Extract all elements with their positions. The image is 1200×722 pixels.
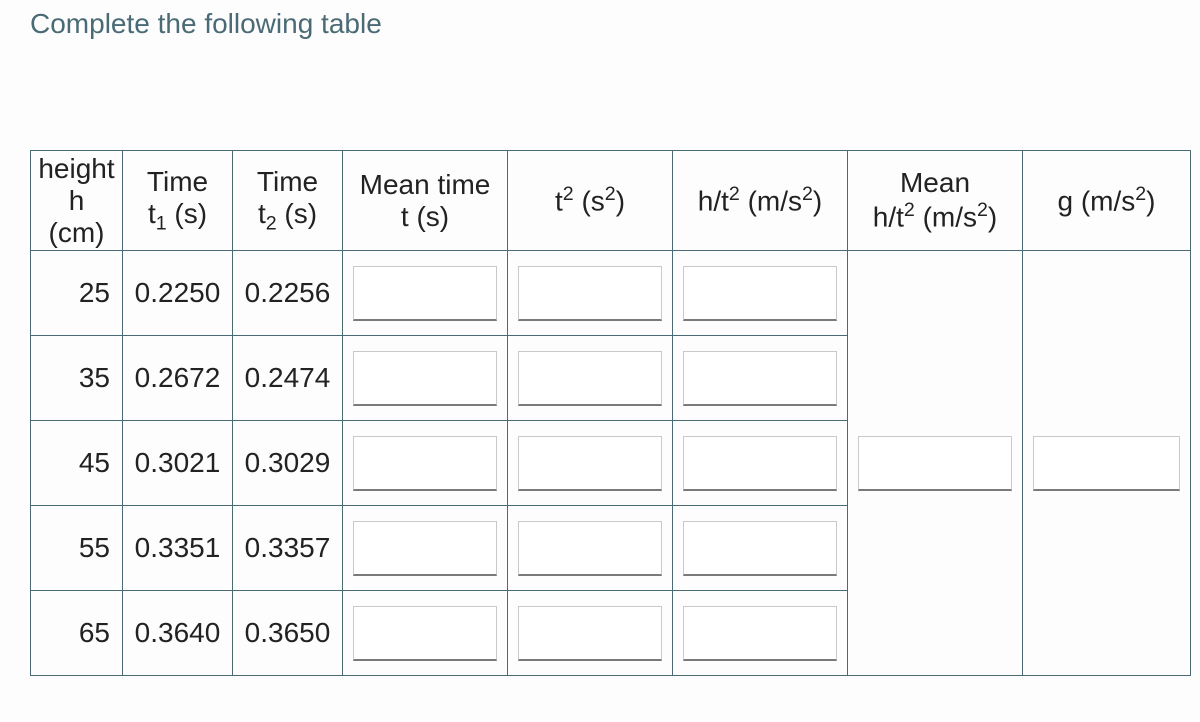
input-t-squared[interactable]	[518, 606, 662, 661]
cell-t1: 0.3021	[123, 421, 233, 506]
cell-t-squared	[508, 591, 673, 676]
header-t2-post: (s)	[277, 198, 317, 229]
cell-t-squared	[508, 251, 673, 336]
input-mean-time[interactable]	[353, 436, 497, 491]
header-t1: Time t1 (s)	[123, 151, 233, 251]
cell-h-over-t2	[673, 506, 848, 591]
input-t-squared[interactable]	[518, 436, 662, 491]
header-meanht2-pre: h/t	[873, 202, 904, 233]
header-height-l2: h	[69, 185, 85, 216]
cell-t2: 0.3650	[233, 591, 343, 676]
header-ht2-pre: h/t	[698, 186, 729, 217]
header-t-squared: t2 (s2)	[508, 151, 673, 251]
input-g[interactable]	[1033, 436, 1180, 491]
cell-t-squared	[508, 336, 673, 421]
input-mean-time[interactable]	[353, 521, 497, 576]
header-row: height h (cm) Time t1 (s) Time t2 (s) Me…	[31, 151, 1191, 251]
header-mean-time: Mean time t (s)	[343, 151, 508, 251]
cell-mean-time	[343, 591, 508, 676]
header-g: g (m/s2)	[1023, 151, 1191, 251]
input-t-squared[interactable]	[518, 351, 662, 406]
header-tsq-sup2: 2	[605, 183, 616, 205]
header-mean-h-over-t2: Mean h/t2 (m/s2)	[848, 151, 1023, 251]
cell-t2: 0.3029	[233, 421, 343, 506]
cell-t-squared	[508, 506, 673, 591]
header-g-sup: 2	[1135, 183, 1146, 205]
cell-mean-h-over-t2	[848, 251, 1023, 676]
input-h-over-t2[interactable]	[683, 521, 836, 576]
cell-h: 65	[31, 591, 123, 676]
cell-t1: 0.3351	[123, 506, 233, 591]
header-height: height h (cm)	[31, 151, 123, 251]
cell-h: 35	[31, 336, 123, 421]
header-t2-l1: Time	[257, 166, 318, 197]
header-ht2-sup: 2	[729, 183, 740, 205]
header-t2: Time t2 (s)	[233, 151, 343, 251]
input-t-squared[interactable]	[518, 266, 662, 321]
cell-h: 25	[31, 251, 123, 336]
data-table: height h (cm) Time t1 (s) Time t2 (s) Me…	[30, 150, 1191, 676]
input-h-over-t2[interactable]	[683, 606, 836, 661]
input-h-over-t2[interactable]	[683, 266, 836, 321]
header-t1-post: (s)	[167, 198, 207, 229]
header-g-pre: g (m/s	[1057, 186, 1135, 217]
header-meanht2-close: )	[988, 202, 997, 233]
cell-h-over-t2	[673, 336, 848, 421]
header-meanht2-post: (m/s	[915, 202, 977, 233]
input-mean-time[interactable]	[353, 351, 497, 406]
cell-t2: 0.3357	[233, 506, 343, 591]
header-meanht2-l1: Mean	[900, 167, 970, 198]
page-container: Complete the following table height h (c…	[0, 0, 1200, 676]
cell-t2: 0.2474	[233, 336, 343, 421]
input-h-over-t2[interactable]	[683, 436, 836, 491]
header-ht2-close: )	[813, 186, 822, 217]
header-t1-l1: Time	[147, 166, 208, 197]
input-mean-time[interactable]	[353, 606, 497, 661]
cell-t1: 0.2250	[123, 251, 233, 336]
cell-h-over-t2	[673, 421, 848, 506]
header-tsq-close: )	[616, 186, 625, 217]
cell-mean-time	[343, 251, 508, 336]
header-g-close: )	[1146, 186, 1155, 217]
cell-h: 55	[31, 506, 123, 591]
cell-mean-time	[343, 336, 508, 421]
cell-t1: 0.3640	[123, 591, 233, 676]
input-t-squared[interactable]	[518, 521, 662, 576]
cell-mean-time	[343, 506, 508, 591]
input-mean-time[interactable]	[353, 266, 497, 321]
header-ht2-post: (m/s	[740, 186, 802, 217]
header-meant-l1: Mean time	[360, 169, 491, 200]
header-tsq-pre: t	[555, 186, 563, 217]
instruction-text: Complete the following table	[30, 8, 1186, 40]
header-height-l3: (cm)	[49, 217, 105, 248]
cell-g	[1023, 251, 1191, 676]
input-h-over-t2[interactable]	[683, 351, 836, 406]
header-h-over-t2: h/t2 (m/s2)	[673, 151, 848, 251]
header-meant-l2: t (s)	[401, 201, 449, 232]
table-row: 25 0.2250 0.2256	[31, 251, 1191, 336]
cell-h-over-t2	[673, 591, 848, 676]
table-body: 25 0.2250 0.2256 35 0.2672 0.2474 45 0.3…	[31, 251, 1191, 676]
cell-mean-time	[343, 421, 508, 506]
cell-h-over-t2	[673, 251, 848, 336]
header-t2-sub: 2	[266, 212, 277, 234]
header-t1-sub: 1	[156, 212, 167, 234]
header-t1-pre: t	[148, 198, 156, 229]
header-meanht2-sup2: 2	[977, 199, 988, 221]
header-t2-pre: t	[258, 198, 266, 229]
header-tsq-post: (s	[574, 186, 605, 217]
header-ht2-sup2: 2	[802, 183, 813, 205]
cell-t-squared	[508, 421, 673, 506]
header-height-l1: height	[38, 153, 114, 184]
header-tsq-sup: 2	[563, 183, 574, 205]
cell-t2: 0.2256	[233, 251, 343, 336]
cell-t1: 0.2672	[123, 336, 233, 421]
cell-h: 45	[31, 421, 123, 506]
input-mean-h-over-t2[interactable]	[858, 436, 1011, 491]
header-meanht2-sup: 2	[904, 199, 915, 221]
